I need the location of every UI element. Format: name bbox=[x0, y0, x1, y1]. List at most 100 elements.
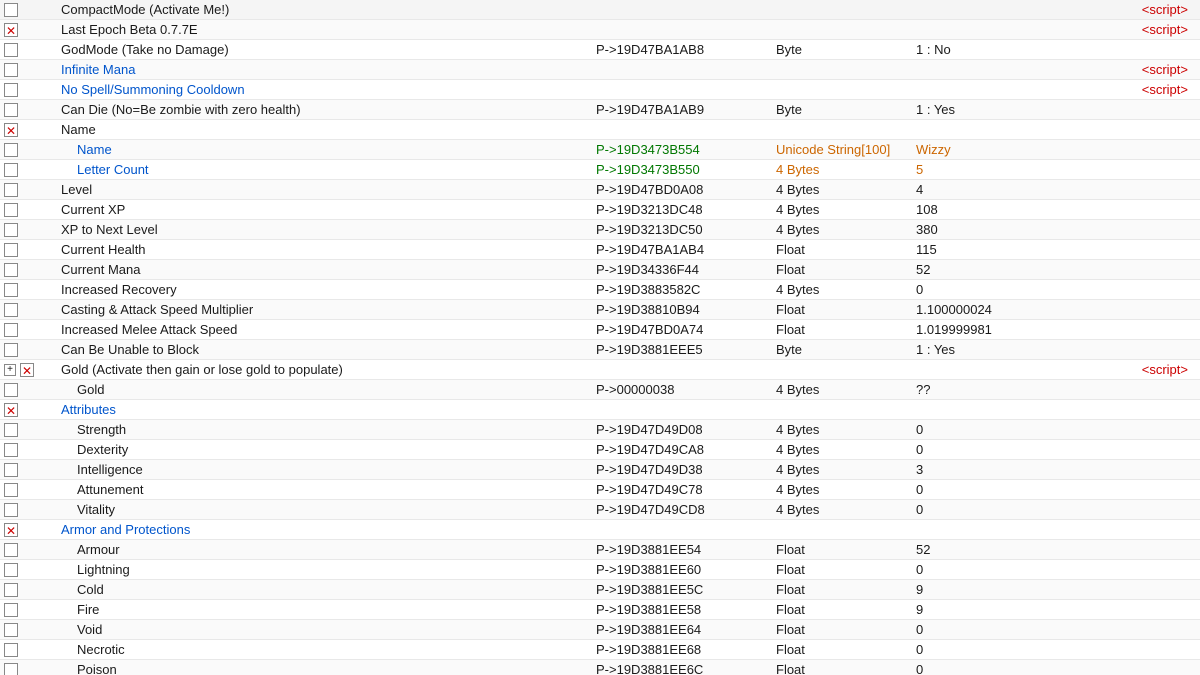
value-cell: 4 bbox=[916, 182, 1096, 197]
table-row[interactable]: No Spell/Summoning Cooldown<script> bbox=[0, 80, 1200, 100]
type-cell: 4 Bytes bbox=[776, 422, 916, 437]
description-text: Lightning bbox=[77, 562, 130, 577]
table-row[interactable]: Infinite Mana<script> bbox=[0, 60, 1200, 80]
check-column bbox=[4, 543, 59, 557]
table-row[interactable]: NecroticP->19D3881EE68Float0 bbox=[0, 640, 1200, 660]
checkbox[interactable] bbox=[4, 483, 18, 497]
type-cell: Float bbox=[776, 662, 916, 675]
checkbox[interactable] bbox=[4, 623, 18, 637]
table-row[interactable]: XP to Next LevelP->19D3213DC504 Bytes380 bbox=[0, 220, 1200, 240]
checkbox[interactable] bbox=[4, 563, 18, 577]
checkbox[interactable] bbox=[4, 3, 18, 17]
checkbox[interactable] bbox=[4, 423, 18, 437]
address-cell: P->19D34336F44 bbox=[596, 262, 776, 277]
checkbox[interactable] bbox=[4, 383, 18, 397]
table-row[interactable]: LevelP->19D47BD0A084 Bytes4 bbox=[0, 180, 1200, 200]
checkbox[interactable] bbox=[4, 463, 18, 477]
description-text: GodMode (Take no Damage) bbox=[61, 42, 229, 57]
description-cell: XP to Next Level bbox=[59, 222, 596, 237]
table-row[interactable]: Current XPP->19D3213DC484 Bytes108 bbox=[0, 200, 1200, 220]
table-row[interactable]: Current HealthP->19D47BA1AB4Float115 bbox=[0, 240, 1200, 260]
table-row[interactable]: LightningP->19D3881EE60Float0 bbox=[0, 560, 1200, 580]
check-column bbox=[4, 203, 59, 217]
table-row[interactable]: Increased RecoveryP->19D3883582C4 Bytes0 bbox=[0, 280, 1200, 300]
description-text: Armor and Protections bbox=[61, 522, 190, 537]
checkbox[interactable] bbox=[4, 143, 18, 157]
value-cell: 1.019999981 bbox=[916, 322, 1096, 337]
checkbox[interactable] bbox=[4, 63, 18, 77]
checkbox[interactable] bbox=[4, 203, 18, 217]
checkbox[interactable] bbox=[4, 243, 18, 257]
description-text: Void bbox=[77, 622, 102, 637]
checkbox[interactable] bbox=[4, 103, 18, 117]
checkbox[interactable] bbox=[4, 283, 18, 297]
checkbox[interactable] bbox=[4, 263, 18, 277]
table-row[interactable]: IntelligenceP->19D47D49D384 Bytes3 bbox=[0, 460, 1200, 480]
checkbox[interactable] bbox=[4, 503, 18, 517]
table-row[interactable]: DexterityP->19D47D49CA84 Bytes0 bbox=[0, 440, 1200, 460]
checkbox[interactable]: ✕ bbox=[4, 403, 18, 417]
value-text: 1 : Yes bbox=[916, 342, 955, 357]
check-column bbox=[4, 503, 59, 517]
checkbox[interactable]: ✕ bbox=[20, 363, 34, 377]
type-text: Float bbox=[776, 562, 805, 577]
table-row[interactable]: + ✕ Gold (Activate then gain or lose gold … bbox=[0, 360, 1200, 380]
table-row[interactable]: StrengthP->19D47D49D084 Bytes0 bbox=[0, 420, 1200, 440]
checkbox[interactable] bbox=[4, 183, 18, 197]
description-text: Can Be Unable to Block bbox=[61, 342, 199, 357]
description-text: Gold (Activate then gain or lose gold to… bbox=[61, 362, 343, 377]
checkbox[interactable] bbox=[4, 83, 18, 97]
table-row[interactable]: ✕Attributes bbox=[0, 400, 1200, 420]
checkbox[interactable]: ✕ bbox=[4, 23, 18, 37]
address-text: P->19D3213DC48 bbox=[596, 202, 703, 217]
table-row[interactable]: Increased Melee Attack SpeedP->19D47BD0A… bbox=[0, 320, 1200, 340]
description-text: Attunement bbox=[77, 482, 144, 497]
type-text: 4 Bytes bbox=[776, 482, 819, 497]
table-row[interactable]: VitalityP->19D47D49CD84 Bytes0 bbox=[0, 500, 1200, 520]
table-row[interactable]: ✕ Armor and Protections bbox=[0, 520, 1200, 540]
table-row[interactable]: ✕ Name bbox=[0, 120, 1200, 140]
table-row[interactable]: Can Be Unable to BlockP->19D3881EEE5Byte… bbox=[0, 340, 1200, 360]
checkbox[interactable] bbox=[4, 543, 18, 557]
address-text: P->19D3473B550 bbox=[596, 162, 700, 177]
description-cell: Name bbox=[59, 122, 596, 137]
checkbox[interactable] bbox=[4, 603, 18, 617]
checkbox[interactable] bbox=[4, 343, 18, 357]
table-row[interactable]: Casting & Attack Speed MultiplierP->19D3… bbox=[0, 300, 1200, 320]
checkbox[interactable] bbox=[4, 163, 18, 177]
value-text: 1 : No bbox=[916, 42, 951, 57]
checkbox[interactable] bbox=[4, 663, 18, 675]
checkbox[interactable]: ✕ bbox=[4, 123, 18, 137]
checkbox[interactable] bbox=[4, 43, 18, 57]
check-column bbox=[4, 563, 59, 577]
check-column bbox=[4, 663, 59, 675]
value-cell: 0 bbox=[916, 562, 1096, 577]
checkbox[interactable] bbox=[4, 643, 18, 657]
table-row[interactable]: NameP->19D3473B554Unicode String[100]Wiz… bbox=[0, 140, 1200, 160]
checkbox[interactable] bbox=[4, 583, 18, 597]
table-row[interactable]: VoidP->19D3881EE64Float0 bbox=[0, 620, 1200, 640]
check-column bbox=[4, 643, 59, 657]
table-row[interactable]: ColdP->19D3881EE5CFloat9 bbox=[0, 580, 1200, 600]
table-row[interactable]: FireP->19D3881EE58Float9 bbox=[0, 600, 1200, 620]
check-column bbox=[4, 263, 59, 277]
checkbox[interactable] bbox=[4, 223, 18, 237]
table-row[interactable]: Letter CountP->19D3473B5504 Bytes5 bbox=[0, 160, 1200, 180]
table-row[interactable]: ✕Last Epoch Beta 0.7.7E<script> bbox=[0, 20, 1200, 40]
checkbox[interactable]: ✕ bbox=[4, 523, 18, 537]
table-row[interactable]: ArmourP->19D3881EE54Float52 bbox=[0, 540, 1200, 560]
table-row[interactable]: AttunementP->19D47D49C784 Bytes0 bbox=[0, 480, 1200, 500]
table-row[interactable]: Current ManaP->19D34336F44Float52 bbox=[0, 260, 1200, 280]
table-row[interactable]: CompactMode (Activate Me!)<script> bbox=[0, 0, 1200, 20]
table-row[interactable]: Can Die (No=Be zombie with zero health)P… bbox=[0, 100, 1200, 120]
expand-icon[interactable]: + bbox=[4, 364, 16, 376]
table-row[interactable]: PoisonP->19D3881EE6CFloat0 bbox=[0, 660, 1200, 675]
description-text: Current XP bbox=[61, 202, 125, 217]
table-row[interactable]: GodMode (Take no Damage)P->19D47BA1AB8By… bbox=[0, 40, 1200, 60]
checkbox[interactable] bbox=[4, 443, 18, 457]
cheat-engine-table: CompactMode (Activate Me!)<script>✕Last … bbox=[0, 0, 1200, 675]
checkbox[interactable] bbox=[4, 303, 18, 317]
description-text: Name bbox=[77, 142, 112, 157]
checkbox[interactable] bbox=[4, 323, 18, 337]
table-row[interactable]: GoldP->000000384 Bytes?? bbox=[0, 380, 1200, 400]
